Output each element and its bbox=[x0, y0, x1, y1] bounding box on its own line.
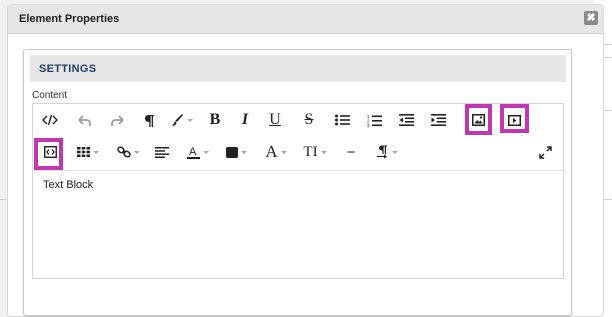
settings-title: SETTINGS bbox=[39, 63, 97, 75]
font-color-icon: A bbox=[187, 146, 200, 159]
font-size-button[interactable]: TI bbox=[301, 141, 329, 163]
align-button[interactable] bbox=[153, 141, 171, 163]
highlight-insert-video bbox=[500, 104, 529, 133]
close-button[interactable]: ✖ bbox=[584, 11, 598, 25]
paragraph-button[interactable] bbox=[141, 109, 157, 131]
paragraph-icon bbox=[144, 114, 154, 127]
insert-table-button[interactable] bbox=[75, 141, 101, 163]
paragraph-format-icon bbox=[376, 145, 387, 159]
redo-button[interactable] bbox=[108, 109, 126, 131]
insert-link-button[interactable] bbox=[115, 141, 141, 163]
dropdown-caret bbox=[320, 150, 327, 154]
paint-brush-icon bbox=[172, 114, 183, 126]
paragraph-format-button[interactable] bbox=[373, 141, 401, 163]
settings-header: SETTINGS bbox=[30, 55, 566, 82]
background-color-icon bbox=[225, 146, 238, 158]
element-properties-dialog: Element Properties ✖ SETTINGS Content B … bbox=[7, 4, 604, 317]
undo-button[interactable] bbox=[75, 109, 93, 131]
insert-link-icon bbox=[116, 146, 131, 158]
dropdown-caret bbox=[280, 150, 287, 154]
indent-button[interactable] bbox=[429, 109, 447, 131]
settings-panel: SETTINGS Content B I U S 1 2 3 A A TI − … bbox=[23, 49, 572, 316]
editor-toolbar: B I U S 123 A A TI − bbox=[33, 104, 563, 170]
fullscreen-icon bbox=[538, 145, 552, 159]
insert-table-icon bbox=[77, 147, 90, 157]
editor-content-area[interactable]: Text Block bbox=[33, 170, 563, 279]
numbered-list-icon: 123 bbox=[367, 114, 382, 127]
content-label: Content bbox=[32, 90, 68, 101]
dropdown-caret bbox=[187, 118, 193, 122]
dropdown-caret bbox=[391, 150, 398, 154]
dropdown-caret bbox=[240, 150, 247, 154]
underline-button[interactable]: U bbox=[267, 109, 283, 131]
svg-text:A: A bbox=[189, 146, 197, 158]
font-family-icon: A bbox=[265, 142, 278, 161]
outdent-button[interactable] bbox=[397, 109, 415, 131]
strikethrough-button[interactable]: S bbox=[301, 109, 317, 131]
bold-button[interactable]: B bbox=[207, 109, 223, 131]
dropdown-caret bbox=[133, 150, 140, 154]
redo-icon bbox=[110, 114, 124, 126]
dropdown-caret bbox=[203, 150, 209, 154]
numbered-list-button[interactable]: 123 bbox=[365, 109, 383, 131]
align-left-icon bbox=[155, 146, 169, 158]
code-view-icon bbox=[42, 114, 58, 126]
indent-icon bbox=[430, 114, 446, 126]
svg-text:3: 3 bbox=[367, 123, 370, 127]
rich-text-editor: B I U S 123 A A TI − Text Block bbox=[32, 103, 564, 279]
editor-content-text: Text Block bbox=[43, 179, 94, 191]
font-size-icon: TI bbox=[303, 143, 318, 160]
fullscreen-button[interactable] bbox=[536, 141, 554, 163]
outdent-icon bbox=[398, 114, 414, 126]
dialog-titlebar: Element Properties ✖ bbox=[8, 5, 603, 34]
background-divider bbox=[0, 199, 7, 200]
bulleted-list-icon bbox=[334, 114, 350, 126]
paint-brush-button[interactable] bbox=[171, 109, 193, 131]
highlight-insert-image bbox=[465, 104, 492, 135]
dropdown-caret bbox=[93, 150, 99, 154]
code-view-button[interactable] bbox=[41, 109, 59, 131]
horizontal-line-button[interactable]: − bbox=[343, 141, 359, 163]
font-color-button[interactable]: A bbox=[185, 141, 211, 163]
undo-icon bbox=[77, 114, 91, 126]
dialog-title: Element Properties bbox=[19, 13, 120, 25]
background-color-button[interactable] bbox=[223, 141, 249, 163]
highlight-insert-embed bbox=[34, 138, 63, 170]
font-family-button[interactable]: A bbox=[263, 141, 289, 163]
bulleted-list-button[interactable] bbox=[333, 109, 351, 131]
italic-button[interactable]: I bbox=[237, 109, 253, 131]
